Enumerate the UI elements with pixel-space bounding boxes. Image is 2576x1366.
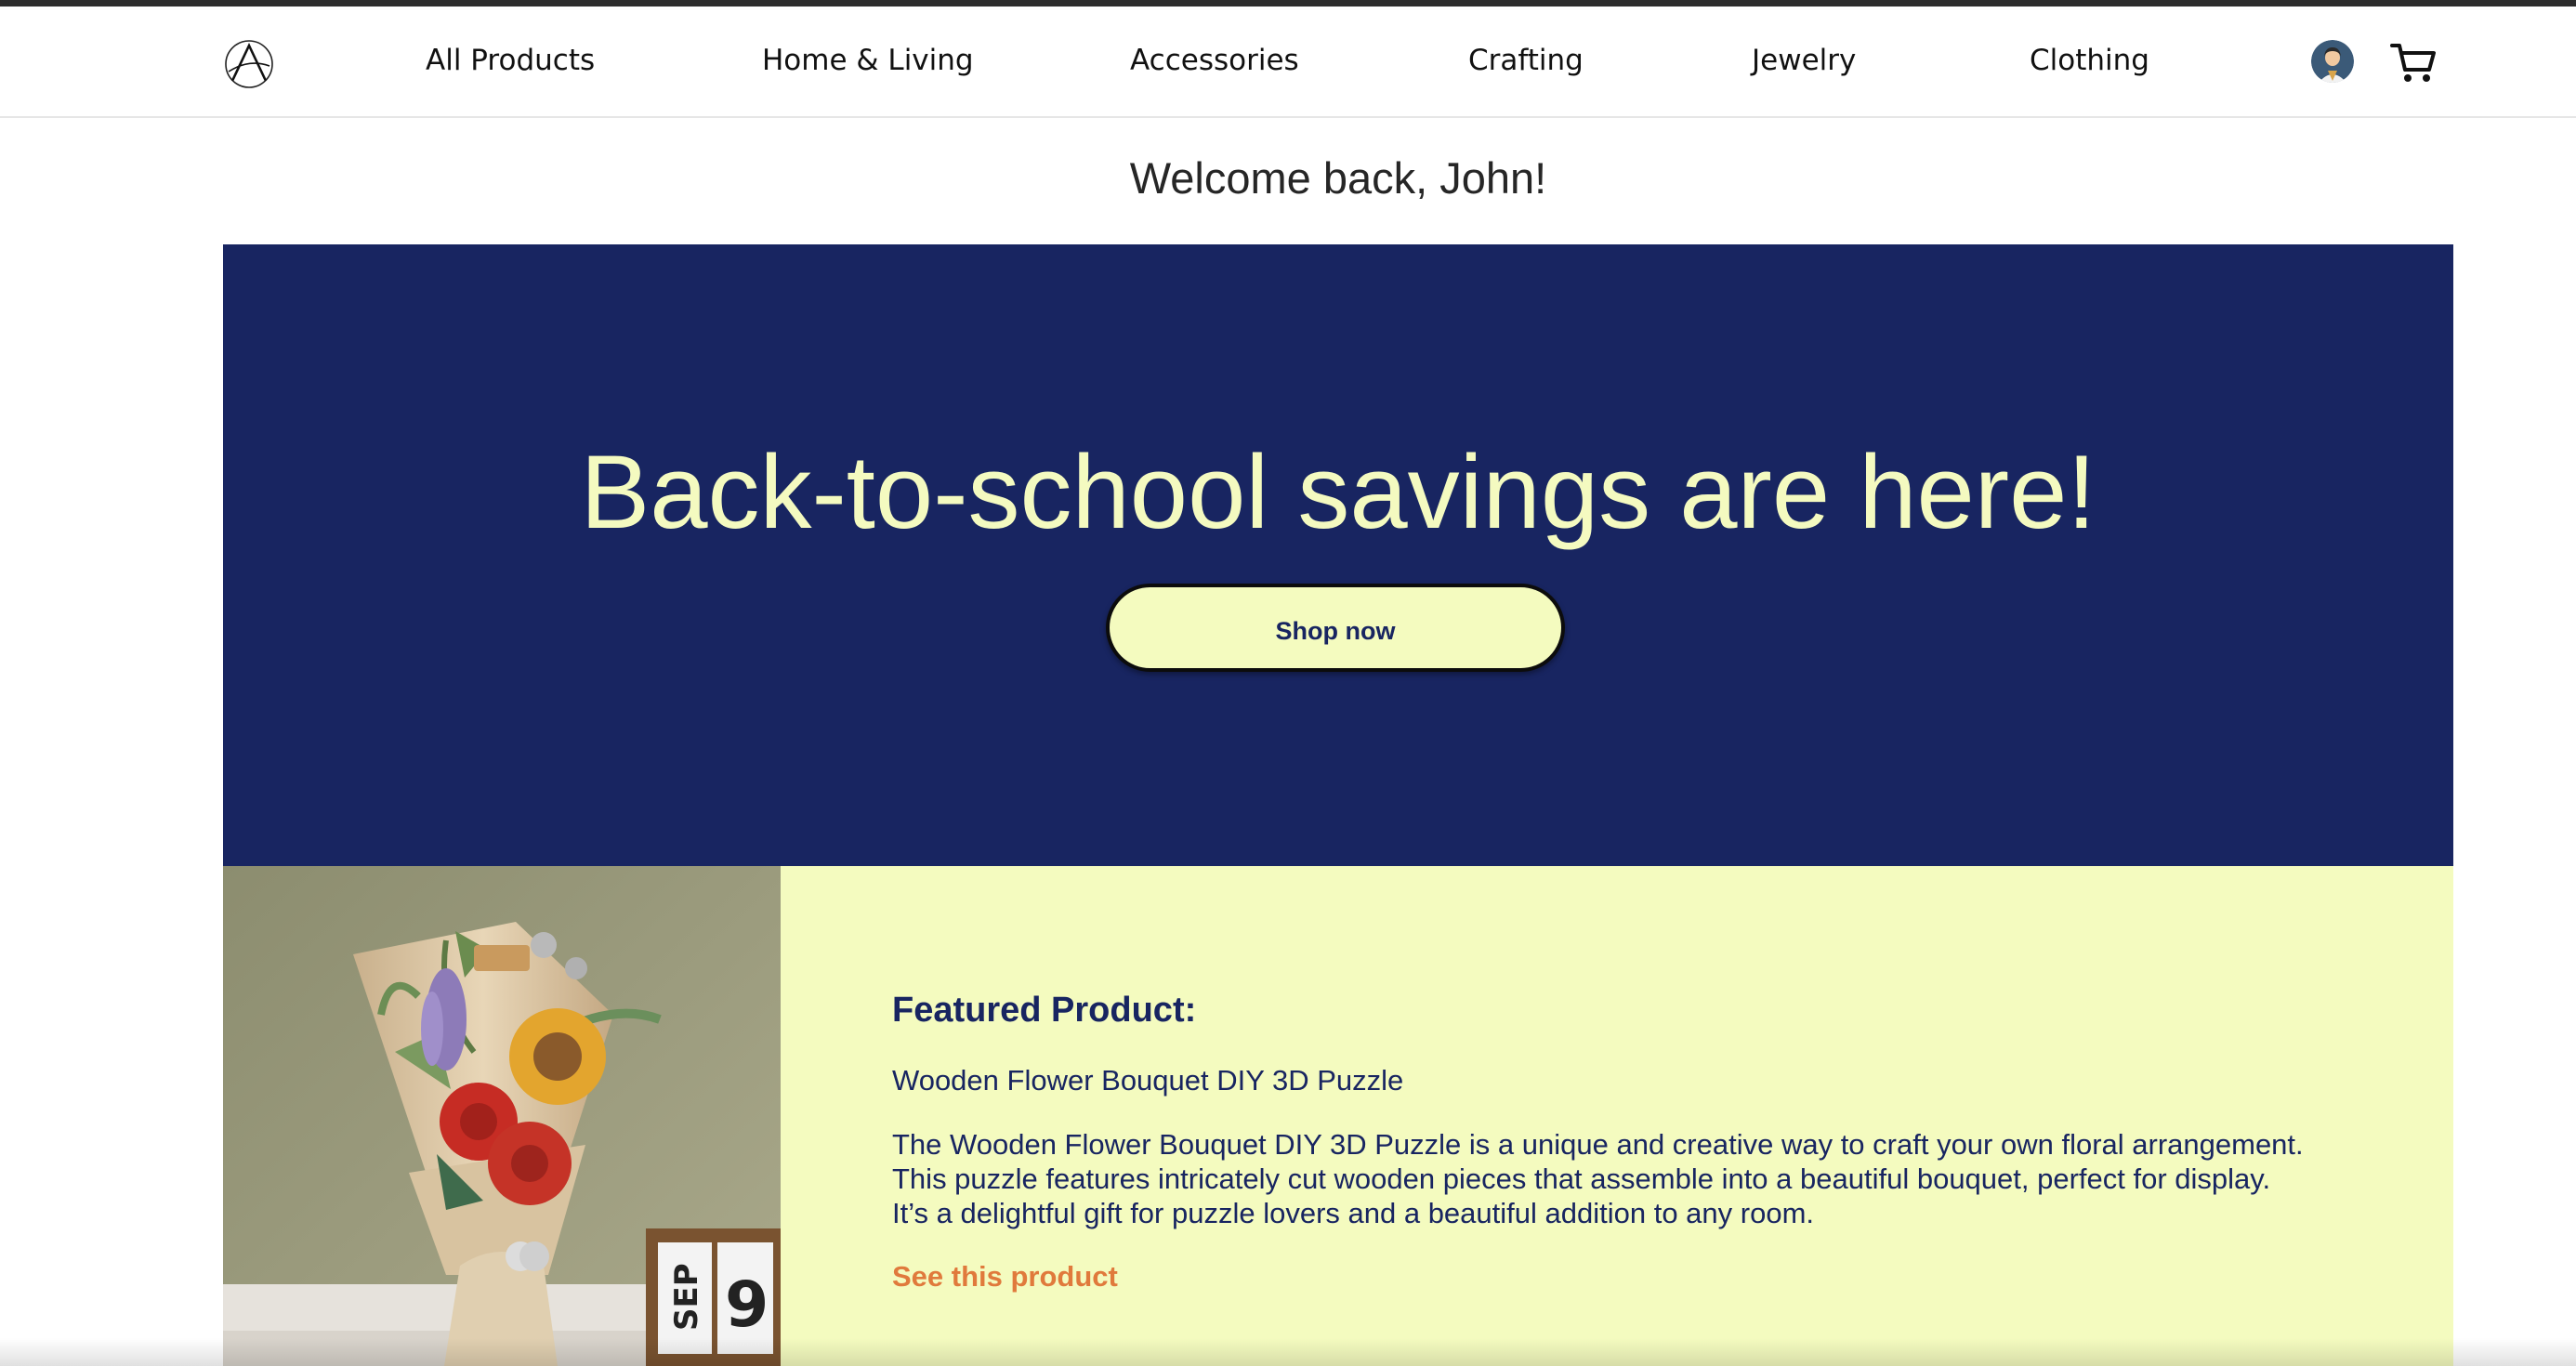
window-top-edge	[0, 0, 2576, 7]
nav-crafting[interactable]: Crafting	[1468, 44, 1584, 77]
featured-product-section: SEP 9 Featured Product: Wooden Flower Bo…	[223, 866, 2453, 1366]
featured-product-description: The Wooden Flower Bouquet DIY 3D Puzzle …	[892, 1128, 2304, 1229]
featured-heading: Featured Product:	[892, 991, 1197, 1030]
promo-headline: Back-to-school savings are here!	[580, 434, 2096, 550]
product-image[interactable]: SEP 9	[223, 866, 781, 1366]
shopping-cart-icon[interactable]	[2390, 42, 2437, 85]
user-avatar-icon[interactable]	[2311, 40, 2354, 83]
calendar-month-label: SEP	[668, 1263, 705, 1331]
nav-home-living[interactable]: Home & Living	[762, 44, 974, 77]
featured-product-name: Wooden Flower Bouquet DIY 3D Puzzle	[892, 1064, 1404, 1097]
nav-accessories[interactable]: Accessories	[1130, 44, 1299, 77]
see-this-product-link[interactable]: See this product	[892, 1260, 1118, 1294]
nav-clothing[interactable]: Clothing	[2030, 44, 2149, 77]
brand-logo-icon[interactable]	[223, 38, 275, 90]
calendar-day-label: 9	[725, 1268, 769, 1342]
shop-now-button[interactable]: Shop now	[1106, 584, 1565, 672]
promo-banner: Back-to-school savings are here! Shop no…	[223, 244, 2453, 866]
top-navigation-bar: All Products Home & Living Accessories C…	[0, 7, 2576, 118]
nav-all-products[interactable]: All Products	[426, 44, 595, 77]
welcome-message: Welcome back, John!	[1129, 153, 1547, 203]
nav-jewelry[interactable]: Jewelry	[1752, 44, 1856, 77]
